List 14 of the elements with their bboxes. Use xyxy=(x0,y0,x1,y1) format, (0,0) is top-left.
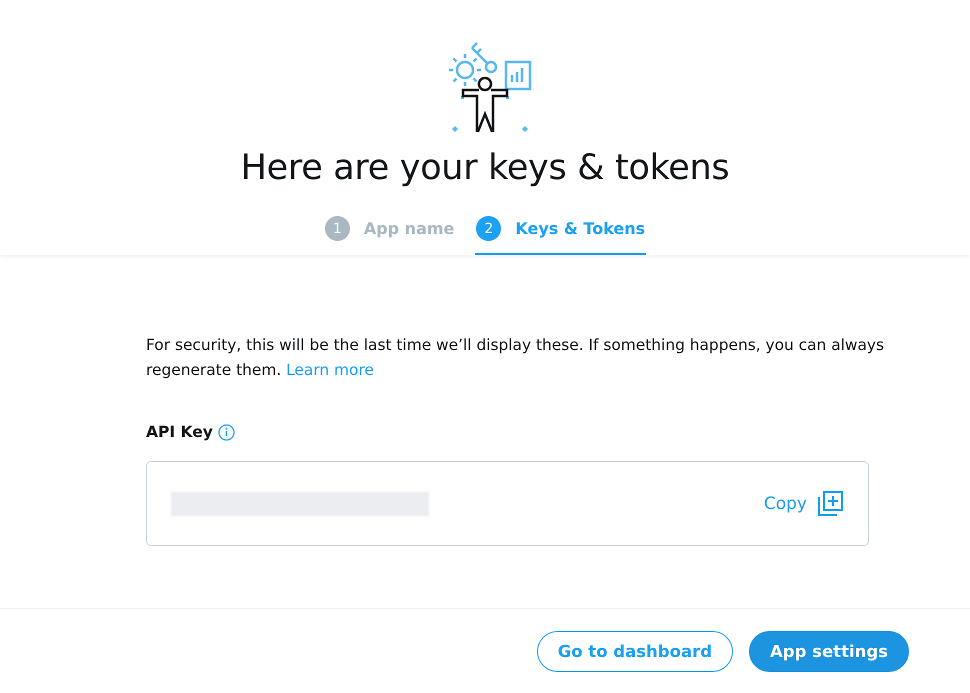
step-label: Keys & Tokens xyxy=(515,219,646,238)
security-notice: For security, this will be the last time we’ll display these. If something happens, you can always regenerate them. Learn more xyxy=(146,335,886,381)
info-icon[interactable] xyxy=(218,424,235,440)
step-number: 1 xyxy=(324,216,350,241)
step-number: 2 xyxy=(476,216,502,241)
secondary-button[interactable]: Go to dashboard xyxy=(536,630,734,672)
copy-icon xyxy=(817,490,844,517)
api-key-label: API Key xyxy=(146,423,213,441)
primary-button[interactable]: App settings xyxy=(749,630,909,672)
copy-button[interactable]: Copy xyxy=(764,490,844,517)
step-tab[interactable]: 1 App name xyxy=(324,216,456,255)
page-title: Here are your keys & tokens xyxy=(240,148,730,188)
step-label: App name xyxy=(364,219,454,238)
learn-more-link[interactable]: Learn more xyxy=(286,361,374,379)
